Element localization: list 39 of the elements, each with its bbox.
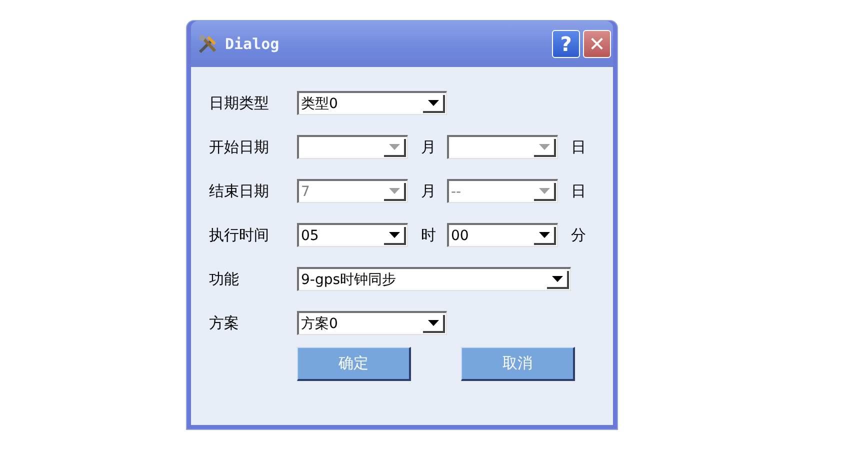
dropdown-arrow-icon <box>388 232 400 238</box>
selected-value: 类型0 <box>301 94 339 112</box>
cancel-button[interactable]: 取消 <box>461 347 575 381</box>
ok-button[interactable]: 确定 <box>297 347 411 381</box>
selected-value: 方案0 <box>301 314 339 332</box>
dropdown-field[interactable]: 00 <box>447 223 558 247</box>
dropdown-arrow-icon <box>552 276 562 282</box>
close-button[interactable]: ✕ <box>583 30 611 58</box>
unit-label: 月 <box>421 138 437 156</box>
unit-label: 时 <box>421 226 437 244</box>
selected-value: 05 <box>301 228 320 244</box>
dropdown-field[interactable]: 方案0 <box>297 311 447 335</box>
dropdown-arrow-icon <box>538 144 550 150</box>
window-title: Dialog <box>225 35 280 53</box>
field-label: 方案 <box>209 314 240 332</box>
dropdown-arrow-icon <box>538 232 550 238</box>
help-button[interactable]: ? <box>552 30 580 58</box>
dropdown-arrow-icon <box>388 144 400 150</box>
selected-value: 9-gps时钟同步 <box>301 270 398 288</box>
selected-value: 7 <box>301 184 311 200</box>
unit-label: 分 <box>571 226 587 244</box>
selected-value: 00 <box>451 228 470 244</box>
unit-label: 月 <box>421 182 437 200</box>
dropdown-arrow-icon <box>538 188 550 194</box>
unit-label: 日 <box>571 182 587 200</box>
unit-label: 日 <box>571 138 587 156</box>
dropdown-arrow-icon <box>428 320 438 326</box>
field-label: 执行时间 <box>209 226 270 244</box>
field-label: 功能 <box>209 270 240 288</box>
field-label: 结束日期 <box>209 182 270 200</box>
dropdown-field[interactable]: 9-gps时钟同步 <box>297 267 571 291</box>
tools-icon <box>197 34 219 54</box>
dropdown-field[interactable]: 05 <box>297 223 408 247</box>
dropdown-arrow-icon <box>388 188 400 194</box>
field-label: 开始日期 <box>209 138 270 156</box>
dropdown-arrow-icon <box>428 100 438 106</box>
dropdown-field[interactable]: 类型0 <box>297 91 447 115</box>
selected-value: -- <box>451 184 462 200</box>
field-label: 日期类型 <box>209 94 270 112</box>
